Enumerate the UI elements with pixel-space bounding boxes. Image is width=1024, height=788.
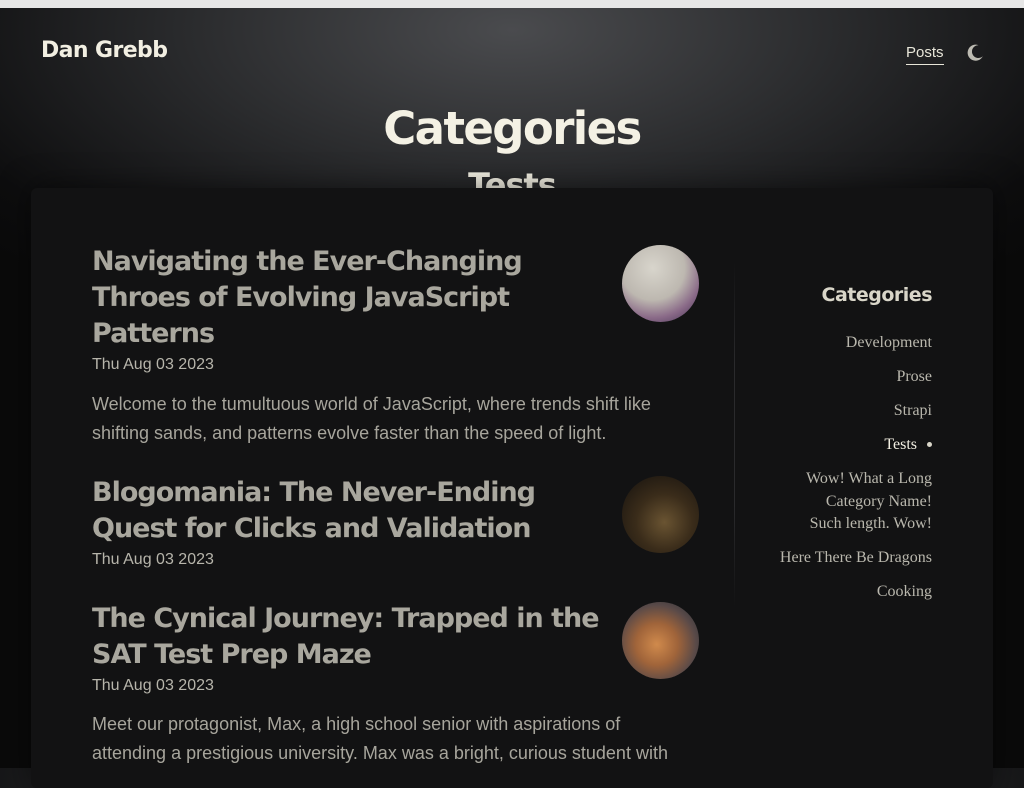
sidebar-divider (734, 262, 735, 608)
category-label[interactable]: Cooking (877, 583, 932, 600)
category-item[interactable]: Development (742, 332, 932, 355)
post-date: Thu Aug 03 2023 (92, 551, 214, 568)
page-title: Categories (383, 102, 642, 155)
post-item: Blogomania: The Never-Ending Quest for C… (92, 475, 702, 569)
post-item: Navigating the Ever-Changing Throes of E… (92, 244, 702, 448)
category-label[interactable]: Strapi (894, 402, 932, 419)
post-title[interactable]: Navigating the Ever-Changing Throes of E… (92, 244, 612, 352)
post-date: Thu Aug 03 2023 (92, 356, 214, 373)
category-label[interactable]: Prose (896, 368, 932, 385)
sidebar-heading: Categories (821, 284, 933, 306)
post-thumbnail[interactable] (622, 602, 699, 679)
active-dot-icon (927, 441, 932, 447)
browser-top-strip (0, 0, 1024, 8)
moon-icon[interactable] (964, 42, 986, 64)
post-thumbnail[interactable] (622, 245, 699, 322)
category-item[interactable]: Prose (742, 366, 932, 389)
post-excerpt: Meet our protagonist, Max, a high school… (92, 714, 668, 763)
category-item[interactable]: Strapi (742, 400, 932, 423)
category-item[interactable]: Cooking (742, 581, 932, 604)
post-item: The Cynical Journey: Trapped in the SAT … (92, 601, 702, 768)
post-title[interactable]: Blogomania: The Never-Ending Quest for C… (92, 475, 612, 547)
post-excerpt: Welcome to the tumultuous world of JavaS… (92, 394, 651, 443)
category-label[interactable]: Development (846, 334, 932, 351)
category-label[interactable]: Tests (884, 436, 917, 453)
post-date: Thu Aug 03 2023 (92, 677, 214, 694)
category-item-active[interactable]: Tests (742, 434, 932, 457)
post-thumbnail[interactable] (622, 476, 699, 553)
post-title-link[interactable]: Blogomania: The Never-Ending Quest for C… (92, 477, 536, 544)
category-label[interactable]: Here There Be Dragons (780, 549, 932, 566)
category-list: Development Prose Strapi Tests Wow! What… (742, 332, 932, 615)
category-item[interactable]: Here There Be Dragons (742, 547, 932, 570)
post-title[interactable]: The Cynical Journey: Trapped in the SAT … (92, 601, 622, 673)
post-title-link[interactable]: The Cynical Journey: Trapped in the SAT … (92, 603, 600, 670)
category-label[interactable]: Wow! What a Long Category Name! Such len… (806, 470, 932, 532)
category-item[interactable]: Wow! What a Long Category Name! Such len… (742, 468, 932, 536)
post-title-link[interactable]: Navigating the Ever-Changing Throes of E… (92, 246, 523, 349)
nav-posts-link[interactable]: Posts (906, 44, 944, 65)
site-title[interactable]: Dan Grebb (41, 38, 168, 63)
